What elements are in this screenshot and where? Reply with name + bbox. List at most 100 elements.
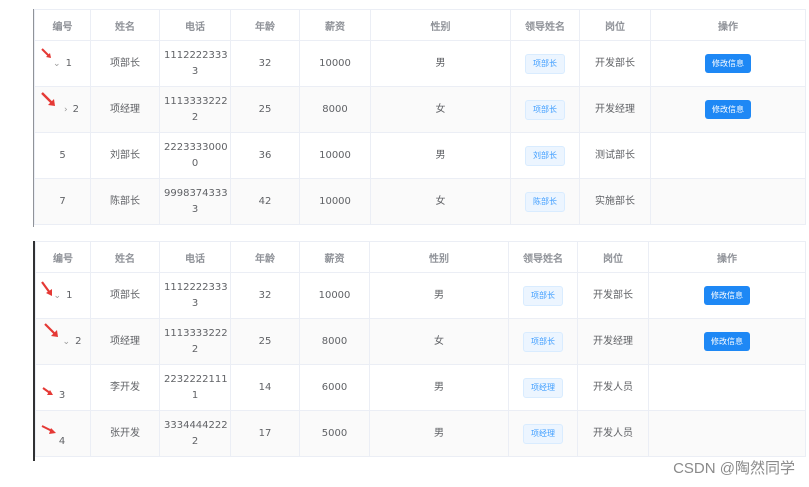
table-row: 5 刘部长 2223333000 0 36 10000 男 刘部长 测试部长 (34, 132, 806, 179)
header-phone[interactable]: 电话 (159, 9, 231, 41)
table-header-row: 编号 姓名 电话 年龄 薪资 性别 领导姓名 岗位 操作 (35, 241, 806, 273)
salary-cell: 10000 (299, 178, 371, 225)
position-cell: 测试部长 (579, 132, 651, 179)
age-cell: 14 (230, 364, 300, 411)
age-cell: 25 (230, 318, 300, 365)
expand-toggle-icon[interactable]: › (64, 102, 68, 118)
leader-tag: 项部长 (523, 285, 563, 306)
header-leader[interactable]: 领导姓名 (510, 9, 580, 41)
name-cell: 项经理 (90, 86, 160, 133)
table-row: 3 李开发 2232222111 1 14 6000 男 项经理 开发人员 (35, 364, 806, 411)
header-action[interactable]: 操作 (650, 9, 806, 41)
header-gender[interactable]: 性别 (370, 9, 511, 41)
gender-cell: 女 (370, 86, 511, 133)
age-cell: 32 (230, 40, 300, 87)
header-position[interactable]: 岗位 (577, 241, 649, 273)
table-row: 4 张开发 3334444222 2 17 5000 男 项经理 开发人员 (35, 410, 806, 457)
header-action[interactable]: 操作 (648, 241, 806, 273)
csdn-watermark: CSDN @陶然同学 (673, 460, 795, 477)
leader-tag: 陈部长 (525, 191, 565, 212)
phone-cell: 1113333222 2 (159, 318, 231, 365)
age-cell: 17 (230, 410, 300, 457)
edit-info-button[interactable]: 修改信息 (704, 286, 750, 305)
employee-table-2: 编号 姓名 电话 年龄 薪资 性别 领导姓名 岗位 操作 ⌄ 1 项部长 1112… (35, 241, 806, 457)
salary-cell: 5000 (299, 410, 370, 457)
leader-cell: 项部长 (508, 318, 578, 365)
leader-cell: 项部长 (510, 86, 580, 133)
phone-cell: 1112222333 3 (159, 40, 231, 87)
edit-info-button[interactable]: 修改信息 (705, 54, 751, 73)
position-cell: 开发经理 (577, 318, 649, 365)
id-cell: 3 (35, 364, 91, 411)
expand-toggle-icon[interactable]: ⌄ (53, 56, 61, 72)
action-cell: 修改信息 (648, 318, 806, 365)
salary-cell: 8000 (299, 318, 370, 365)
header-id[interactable]: 编号 (34, 9, 91, 41)
leader-cell: 陈部长 (510, 178, 580, 225)
phone-cell: 2223333000 0 (159, 132, 231, 179)
header-age[interactable]: 年龄 (230, 9, 300, 41)
salary-cell: 10000 (299, 132, 371, 179)
action-cell: 修改信息 (650, 86, 806, 133)
red-arrow-icon (41, 425, 56, 434)
leader-cell: 项经理 (508, 364, 578, 411)
gender-cell: 女 (369, 318, 509, 365)
header-id[interactable]: 编号 (35, 241, 91, 273)
red-arrow-icon (42, 387, 53, 395)
name-cell: 张开发 (90, 410, 160, 457)
leader-cell: 刘部长 (510, 132, 580, 179)
action-cell (650, 178, 806, 225)
header-gender[interactable]: 性别 (369, 241, 509, 273)
leader-cell: 项部长 (510, 40, 580, 87)
phone-cell: 1113333222 2 (159, 86, 231, 133)
gender-cell: 男 (370, 132, 511, 179)
gender-cell: 男 (369, 364, 509, 411)
salary-cell: 8000 (299, 86, 371, 133)
header-position[interactable]: 岗位 (579, 9, 651, 41)
header-phone[interactable]: 电话 (159, 241, 231, 273)
red-arrow-icon (41, 281, 52, 296)
header-name[interactable]: 姓名 (90, 9, 160, 41)
position-cell: 开发人员 (577, 410, 649, 457)
action-cell: 修改信息 (650, 40, 806, 87)
leader-tag: 项经理 (523, 377, 563, 398)
id-cell: ⌄ 1 (34, 40, 91, 87)
red-arrow-icon (41, 48, 51, 58)
gender-cell: 男 (369, 272, 509, 319)
id-cell: 4 (35, 410, 91, 457)
position-cell: 实施部长 (579, 178, 651, 225)
phone-cell: 9998374333 3 (159, 178, 231, 225)
name-cell: 陈部长 (90, 178, 160, 225)
id-cell: 5 (34, 132, 91, 179)
position-cell: 开发部长 (577, 272, 649, 319)
table-row: ⌄ 1 项部长 1112222333 3 32 10000 男 项部长 开发部长 修… (34, 40, 806, 87)
id-cell: › 2 (34, 86, 91, 133)
header-age[interactable]: 年龄 (230, 241, 300, 273)
salary-cell: 6000 (299, 364, 370, 411)
phone-cell: 2232222111 1 (159, 364, 231, 411)
employee-table-1: 编号 姓名 电话 年龄 薪资 性别 领导姓名 岗位 操作 ⌄ 1 项部长 1112… (34, 9, 806, 225)
name-cell: 项经理 (90, 318, 160, 365)
edit-info-button[interactable]: 修改信息 (704, 332, 750, 351)
header-salary[interactable]: 薪资 (299, 241, 370, 273)
header-name[interactable]: 姓名 (90, 241, 160, 273)
table-row: › 2 项经理 1113333222 2 25 8000 女 项部长 开发经理 修改… (34, 86, 806, 133)
red-arrow-icon (41, 92, 55, 106)
leader-tag: 项部长 (525, 53, 565, 74)
table-row: ⌄ 2 项经理 1113333222 2 25 8000 女 项部长 开发经理 修改… (35, 318, 806, 365)
edit-info-button[interactable]: 修改信息 (705, 100, 751, 119)
name-cell: 刘部长 (90, 132, 160, 179)
id-cell: ⌄ 2 (35, 318, 91, 365)
expand-toggle-icon[interactable]: ⌄ (63, 334, 71, 350)
phone-cell: 1112222333 3 (159, 272, 231, 319)
salary-cell: 10000 (299, 40, 371, 87)
leader-tag: 项经理 (523, 423, 563, 444)
action-cell: 修改信息 (648, 272, 806, 319)
header-salary[interactable]: 薪资 (299, 9, 371, 41)
id-cell: 7 (34, 178, 91, 225)
position-cell: 开发人员 (577, 364, 649, 411)
gender-cell: 男 (370, 40, 511, 87)
name-cell: 项部长 (90, 40, 160, 87)
position-cell: 开发部长 (579, 40, 651, 87)
header-leader[interactable]: 领导姓名 (508, 241, 578, 273)
